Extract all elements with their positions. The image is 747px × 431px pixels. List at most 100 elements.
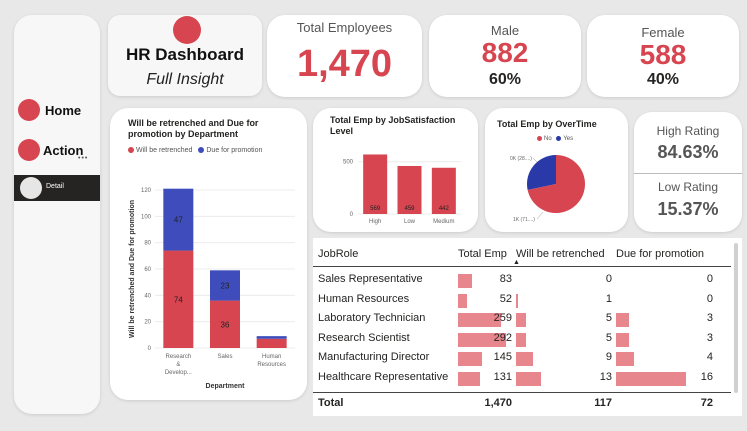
male-card: Male 882 60% (429, 15, 581, 97)
rating-divider (634, 173, 742, 174)
total-employees-card: Total Employees 1,470 (267, 15, 422, 97)
table-row-total: 259 (493, 312, 512, 324)
nav-panel: Home Action ••• Detail (14, 15, 100, 414)
dashboard-subtitle: Full Insight (146, 71, 224, 88)
table-header-divider (313, 266, 731, 267)
sort-ascending-icon[interactable]: ▲ (513, 259, 520, 266)
x-tick-label: Medium (433, 219, 454, 225)
x-tick-label: Resources (257, 362, 286, 368)
y-tick-label: 60 (144, 267, 151, 273)
male-percent: 60% (488, 71, 522, 88)
table-row-promotion: 0 (706, 273, 713, 285)
detail-nav-button[interactable]: Detail (14, 175, 100, 201)
bar-value-label: 569 (370, 206, 381, 212)
table-row-jobrole: Research Scientist (318, 331, 410, 344)
table-total-divider (313, 392, 731, 393)
low-rating-title: Low Rating (657, 180, 719, 194)
y-tick-label: 40 (144, 293, 151, 299)
pie-label-yes: 0K (28....) (510, 156, 532, 162)
table-row-total: 292 (493, 331, 512, 344)
table-row-jobrole: Sales Representative (318, 273, 423, 285)
female-title: Female (641, 25, 685, 40)
overtime-card: Total Emp by OverTime No Yes 0K (28....)… (485, 108, 628, 232)
pie-label-no: 1K (71....) (513, 217, 535, 223)
table-row-total: 131 (493, 370, 512, 383)
table-row-promotion: 3 (706, 331, 713, 344)
y-tick-label: 0 (350, 212, 354, 218)
bar-value-label: 23 (221, 281, 230, 290)
bar-promotion (256, 336, 287, 339)
bar-value-label: 459 (404, 206, 415, 212)
y-tick-label: 0 (148, 346, 152, 352)
y-tick-label: 20 (144, 320, 151, 326)
table-row-total: 145 (493, 351, 512, 363)
x-tick-label: Low (404, 219, 416, 225)
total-employees-title: Total Employees (296, 20, 393, 35)
bar-retrenched (256, 338, 287, 348)
job-satisfaction-card: Total Emp by JobSatisfaction Level 0 500 5… (313, 108, 478, 232)
female-card: Female 588 40% (587, 15, 739, 97)
total-employees-value: 1,470 (296, 43, 393, 85)
more-options-icon[interactable]: ••• (78, 155, 88, 162)
dashboard-title: HR Dashboard (125, 45, 245, 64)
high-rating-value: 84.63% (657, 142, 719, 162)
table-header-cell: Due for promotion (616, 248, 705, 260)
header-logo-icon (173, 16, 201, 44)
y-tick-label: 120 (141, 188, 152, 194)
detail-nav-icon (20, 177, 42, 199)
x-tick-label: Sales (217, 354, 232, 360)
table-total-label: Total (318, 397, 344, 409)
table-row-promotion: 16 (700, 370, 713, 383)
high-rating-title: High Rating (656, 124, 720, 138)
table-row-jobrole: Manufacturing Director (318, 351, 430, 363)
x-axis-title: Department (206, 383, 246, 390)
detail-nav-label: Detail (46, 183, 64, 190)
table-total-promotion: 72 (700, 397, 713, 409)
jobrole-table: JobRole Total Emp Will be retrenched Due fo… (313, 238, 742, 416)
table-row-retrenched: 0 (605, 273, 612, 285)
y-tick-label: 500 (343, 160, 354, 166)
table-row-promotion: 3 (706, 312, 713, 324)
table-row-jobrole: Human Resources (318, 292, 410, 305)
table-scrollbar[interactable] (734, 243, 738, 393)
y-axis-title: Will be retrenched and Due for promotion (129, 200, 136, 338)
low-rating-value: 15.37% (657, 199, 719, 219)
table-row-total: 52 (499, 292, 512, 305)
table-row-promotion: 4 (706, 351, 713, 363)
x-tick-label: & (176, 362, 180, 368)
y-tick-label: 100 (141, 214, 152, 220)
y-tick-label: 80 (144, 241, 151, 247)
female-value: 588 (639, 39, 687, 70)
x-tick-label: Research (165, 354, 191, 360)
table-row-jobrole: Healthcare Representative (318, 370, 449, 383)
table-total-retrenched: 117 (594, 397, 612, 409)
table-row-retrenched: 9 (605, 351, 612, 363)
table-row-promotion: 0 (706, 292, 713, 305)
bar-value-label: 36 (221, 320, 230, 329)
bar-value-label: 74 (174, 295, 183, 304)
home-nav-label[interactable]: Home (45, 103, 81, 118)
table-row-retrenched: 1 (605, 292, 612, 305)
male-title: Male (490, 23, 520, 38)
female-percent: 40% (646, 71, 680, 88)
table-row-retrenched: 5 (605, 331, 612, 344)
table-row-retrenched: 5 (605, 312, 612, 324)
home-nav-icon[interactable] (18, 99, 40, 121)
table-row-total: 83 (499, 273, 512, 285)
pie-leader-no (536, 211, 544, 220)
table-header-cell: Will be retrenched (516, 248, 605, 260)
action-nav-icon[interactable] (18, 139, 40, 161)
rating-card: High Rating 84.63% Low Rating 15.37% (634, 112, 742, 232)
job-satisfaction-bar-chart: 0 500 569 High 459 Low 442 Medium (343, 154, 461, 225)
department-chart-card: Will be retrenched and Due for promotion… (110, 108, 307, 400)
table-row-retrenched: 13 (599, 370, 612, 383)
department-stacked-bar-chart: 0 20 40 60 80 100 120 Will be retrenched and Du… (129, 188, 295, 390)
x-tick-label: Develop... (165, 370, 192, 376)
table-row-jobrole: Laboratory Technician (318, 312, 426, 324)
bar-value-label: 442 (439, 206, 450, 212)
male-value: 882 (481, 37, 529, 68)
overtime-pie-chart: 0K (28....) 1K (71....) (510, 155, 585, 223)
x-tick-label: High (369, 219, 381, 225)
table-total-emp: 1,470 (484, 397, 512, 409)
header-card: HR Dashboard Full Insight (108, 15, 262, 96)
